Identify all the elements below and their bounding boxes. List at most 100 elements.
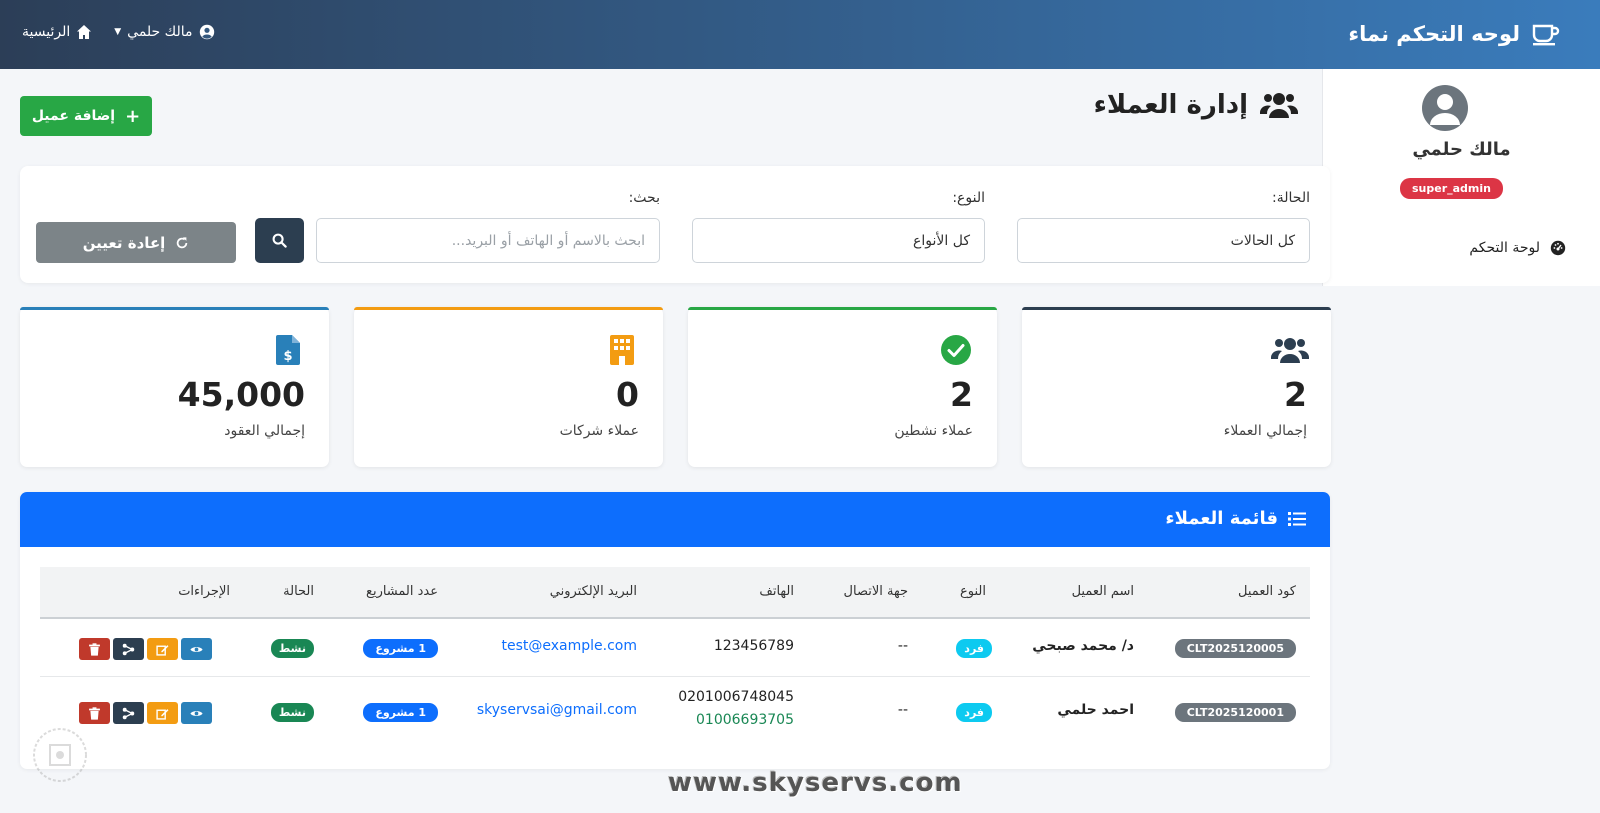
page-title: إدارة العملاء — [1094, 90, 1298, 120]
add-client-label: إضافة عميل — [31, 108, 116, 124]
stat-card-total-contracts: $ 45,000 إجمالي العقود — [20, 307, 329, 467]
stat-accent-bar — [688, 307, 997, 310]
eye-icon — [190, 710, 203, 716]
col-type: النوع — [960, 584, 986, 599]
stat-card-total-clients: 2 إجمالي العملاء — [1022, 307, 1331, 467]
status-filter-select[interactable]: كل الحالات — [1017, 218, 1310, 263]
users-icon — [1271, 333, 1309, 367]
table-row: CLT2025120005 د/ محمد صبحي فرد -- 123456… — [40, 621, 1310, 677]
users-icon — [1260, 93, 1298, 118]
stat-label: إجمالي العملاء — [1223, 423, 1307, 439]
col-projects: عدد المشاريع — [366, 584, 438, 599]
check-circle-icon — [937, 333, 975, 367]
stat-card-active-clients: 2 عملاء نشطين — [688, 307, 997, 467]
reset-button[interactable]: إعادة تعيين — [36, 222, 236, 263]
sidebar-item-label: لوحة التحكم — [1469, 240, 1540, 256]
user-circle-icon — [199, 24, 214, 40]
client-email[interactable]: skyservsai@gmail.com — [477, 702, 637, 718]
delete-button[interactable] — [79, 638, 110, 660]
client-phone: 0201006748045 — [678, 689, 794, 705]
nav-home-link[interactable]: الرئيسية — [22, 24, 92, 40]
stat-accent-bar — [354, 307, 663, 310]
home-icon — [77, 25, 92, 39]
client-phone: 123456789 — [713, 638, 794, 654]
client-type-badge: فرد — [956, 639, 992, 658]
stat-card-company-clients: 0 عملاء شركات — [354, 307, 663, 467]
projects-badge: 1 مشروع — [363, 703, 438, 722]
trash-icon — [89, 706, 100, 720]
list-icon — [1288, 511, 1306, 526]
col-status: الحالة — [283, 584, 314, 599]
trash-icon — [89, 642, 100, 656]
clients-list-title-text: قائمة العملاء — [1165, 508, 1278, 529]
stat-label: إجمالي العقود — [224, 423, 305, 439]
stat-value: 2 — [1284, 375, 1307, 414]
share-button[interactable] — [113, 702, 144, 724]
watermark-text: www.skyservs.com — [668, 768, 963, 798]
client-contact: -- — [897, 702, 908, 718]
search-label: بحث: — [628, 190, 660, 206]
client-code: CLT2025120005 — [1174, 639, 1296, 658]
stat-accent-bar — [1022, 307, 1331, 310]
brand-title: لوحه التحكم نماء — [1348, 22, 1520, 46]
col-contact: جهة الاتصال — [843, 584, 908, 599]
role-badge: super_admin — [1400, 178, 1503, 199]
edit-button[interactable] — [147, 638, 178, 660]
client-code: CLT2025120001 — [1174, 703, 1296, 722]
type-filter-label: النوع: — [952, 190, 985, 206]
share-button[interactable] — [113, 638, 144, 660]
col-name: اسم العميل — [1071, 584, 1134, 599]
caret-down-icon: ▼ — [114, 27, 122, 37]
sidebar-user-name: مالك حلمي — [1412, 139, 1511, 160]
coffee-icon — [1532, 24, 1560, 46]
edit-icon — [156, 644, 169, 656]
stat-accent-bar — [20, 307, 329, 310]
client-name[interactable]: احمد حلمي — [1057, 702, 1134, 718]
svg-text:$: $ — [283, 349, 292, 364]
status-filter-label: الحالة: — [1272, 190, 1310, 206]
user-menu-dropdown[interactable]: مالك حلمي ▼ — [114, 24, 214, 40]
col-phone: الهاتف — [759, 584, 794, 599]
add-client-button[interactable]: + إضافة عميل — [20, 96, 152, 136]
watermark-logo-icon — [33, 728, 87, 782]
brand[interactable]: لوحه التحكم نماء — [1348, 22, 1560, 46]
stat-value: 2 — [950, 375, 973, 414]
client-contact: -- — [897, 638, 908, 654]
col-email: البريد الإلكتروني — [549, 584, 637, 599]
search-input[interactable]: ابحث بالاسم أو الهاتف أو البريد... — [316, 218, 660, 263]
sidebar-item-dashboard[interactable]: لوحة التحكم — [1469, 240, 1566, 256]
edit-icon — [156, 708, 169, 720]
clients-list-title: قائمة العملاء — [1165, 508, 1306, 529]
nav-links: الرئيسية مالك حلمي ▼ — [22, 24, 215, 40]
user-menu-label: مالك حلمي — [127, 24, 193, 40]
page-title-text: إدارة العملاء — [1093, 90, 1248, 120]
view-button[interactable] — [181, 702, 212, 724]
sidebar: مالك حلمي super_admin لوحة التحكم — [1322, 69, 1600, 286]
building-icon — [603, 333, 641, 367]
refresh-icon — [177, 236, 188, 248]
table-header: كود العميل اسم العميل النوع جهة الاتصال … — [40, 567, 1310, 619]
search-button[interactable] — [255, 218, 304, 263]
client-type-badge: فرد — [956, 703, 992, 722]
status-badge: نشط — [270, 703, 314, 722]
projects-badge: 1 مشروع — [363, 639, 438, 658]
delete-button[interactable] — [79, 702, 110, 724]
plus-icon: + — [125, 105, 141, 127]
col-actions: الإجراءات — [178, 584, 230, 599]
reset-label: إعادة تعيين — [82, 233, 166, 252]
avatar — [1422, 85, 1468, 131]
status-badge: نشط — [270, 639, 314, 658]
edit-button[interactable] — [147, 702, 178, 724]
sitemap-icon — [122, 643, 135, 655]
filters-card: الحالة: كل الحالات النوع: كل الأنواع بحث… — [20, 166, 1330, 283]
client-email[interactable]: test@example.com — [502, 638, 638, 654]
clients-list-header: قائمة العملاء — [20, 492, 1330, 547]
invoice-dollar-icon: $ — [269, 333, 307, 367]
search-icon — [272, 233, 287, 248]
eye-icon — [190, 646, 203, 652]
dashboard-icon — [1550, 240, 1566, 256]
view-button[interactable] — [181, 638, 212, 660]
client-name[interactable]: د/ محمد صبحي — [1032, 638, 1134, 654]
top-navbar: لوحه التحكم نماء الرئيسية مالك حلمي ▼ — [0, 0, 1600, 69]
type-filter-select[interactable]: كل الأنواع — [692, 218, 985, 263]
